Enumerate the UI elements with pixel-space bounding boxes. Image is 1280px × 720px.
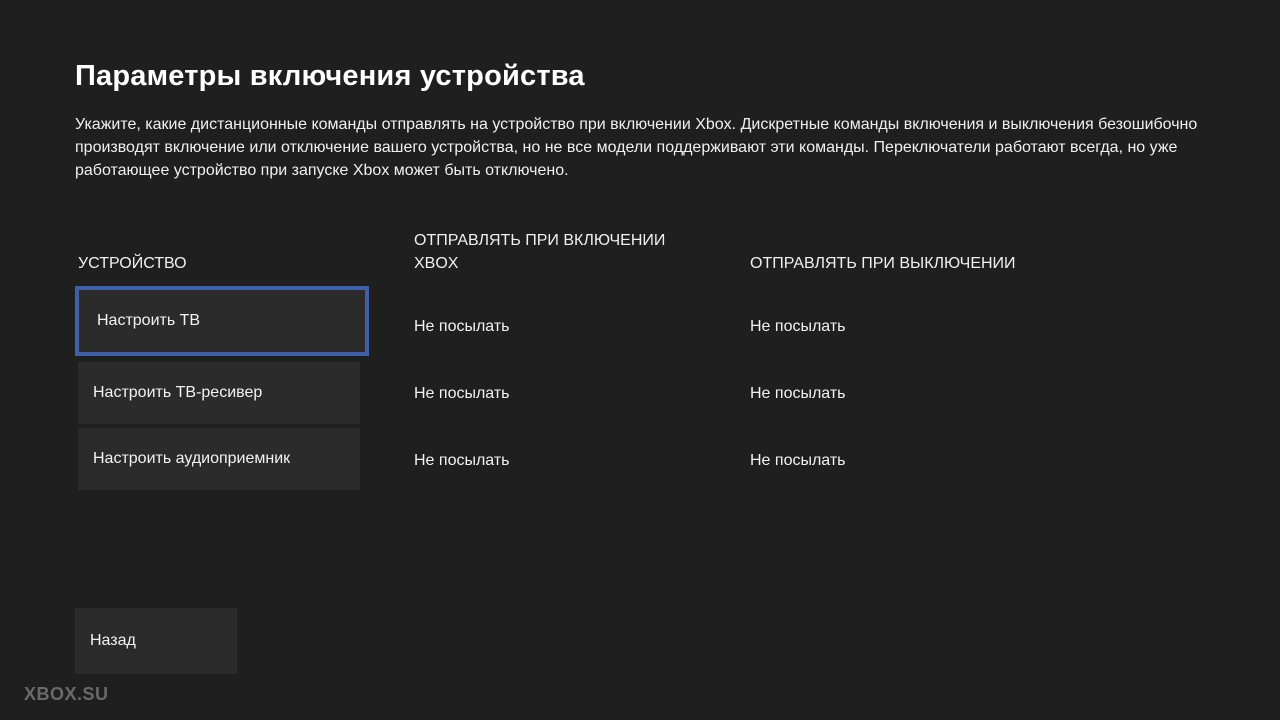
device-label: Настроить ТВ-ресивер: [93, 384, 263, 401]
header-send-on-power-off: ОТПРАВЛЯТЬ ПРИ ВЫКЛЮЧЕНИИ: [750, 255, 1016, 272]
back-button[interactable]: Назад: [75, 608, 237, 674]
tv-power-off-command[interactable]: Не посылать: [750, 318, 846, 336]
setup-tv-receiver-button[interactable]: Настроить ТВ-ресивер: [78, 362, 360, 424]
back-label: Назад: [90, 632, 136, 649]
tv-receiver-power-on-command[interactable]: Не посылать: [414, 385, 510, 403]
header-device: УСТРОЙСТВО: [78, 255, 187, 272]
audio-receiver-power-off-command[interactable]: Не посылать: [750, 452, 846, 470]
tv-power-on-command[interactable]: Не посылать: [414, 318, 510, 336]
page-description: Укажите, какие дистанционные команды отп…: [75, 116, 1198, 179]
device-label: Настроить аудиоприемник: [93, 450, 291, 467]
device-label: Настроить ТВ: [97, 312, 201, 329]
page-title: Параметры включения устройства: [75, 60, 585, 92]
setup-audio-receiver-button[interactable]: Настроить аудиоприемник: [78, 428, 360, 490]
tv-receiver-power-off-command[interactable]: Не посылать: [750, 385, 846, 403]
watermark-logo: XBOX.SU: [24, 684, 109, 704]
power-settings-page: Параметры включения устройства Укажите, …: [0, 0, 1280, 720]
header-send-on-power-on: ОТПРАВЛЯТЬ ПРИ ВКЛЮЧЕНИИ XBOX: [414, 232, 666, 272]
setup-tv-button[interactable]: Настроить ТВ: [75, 286, 369, 356]
audio-receiver-power-on-command[interactable]: Не посылать: [414, 452, 510, 470]
